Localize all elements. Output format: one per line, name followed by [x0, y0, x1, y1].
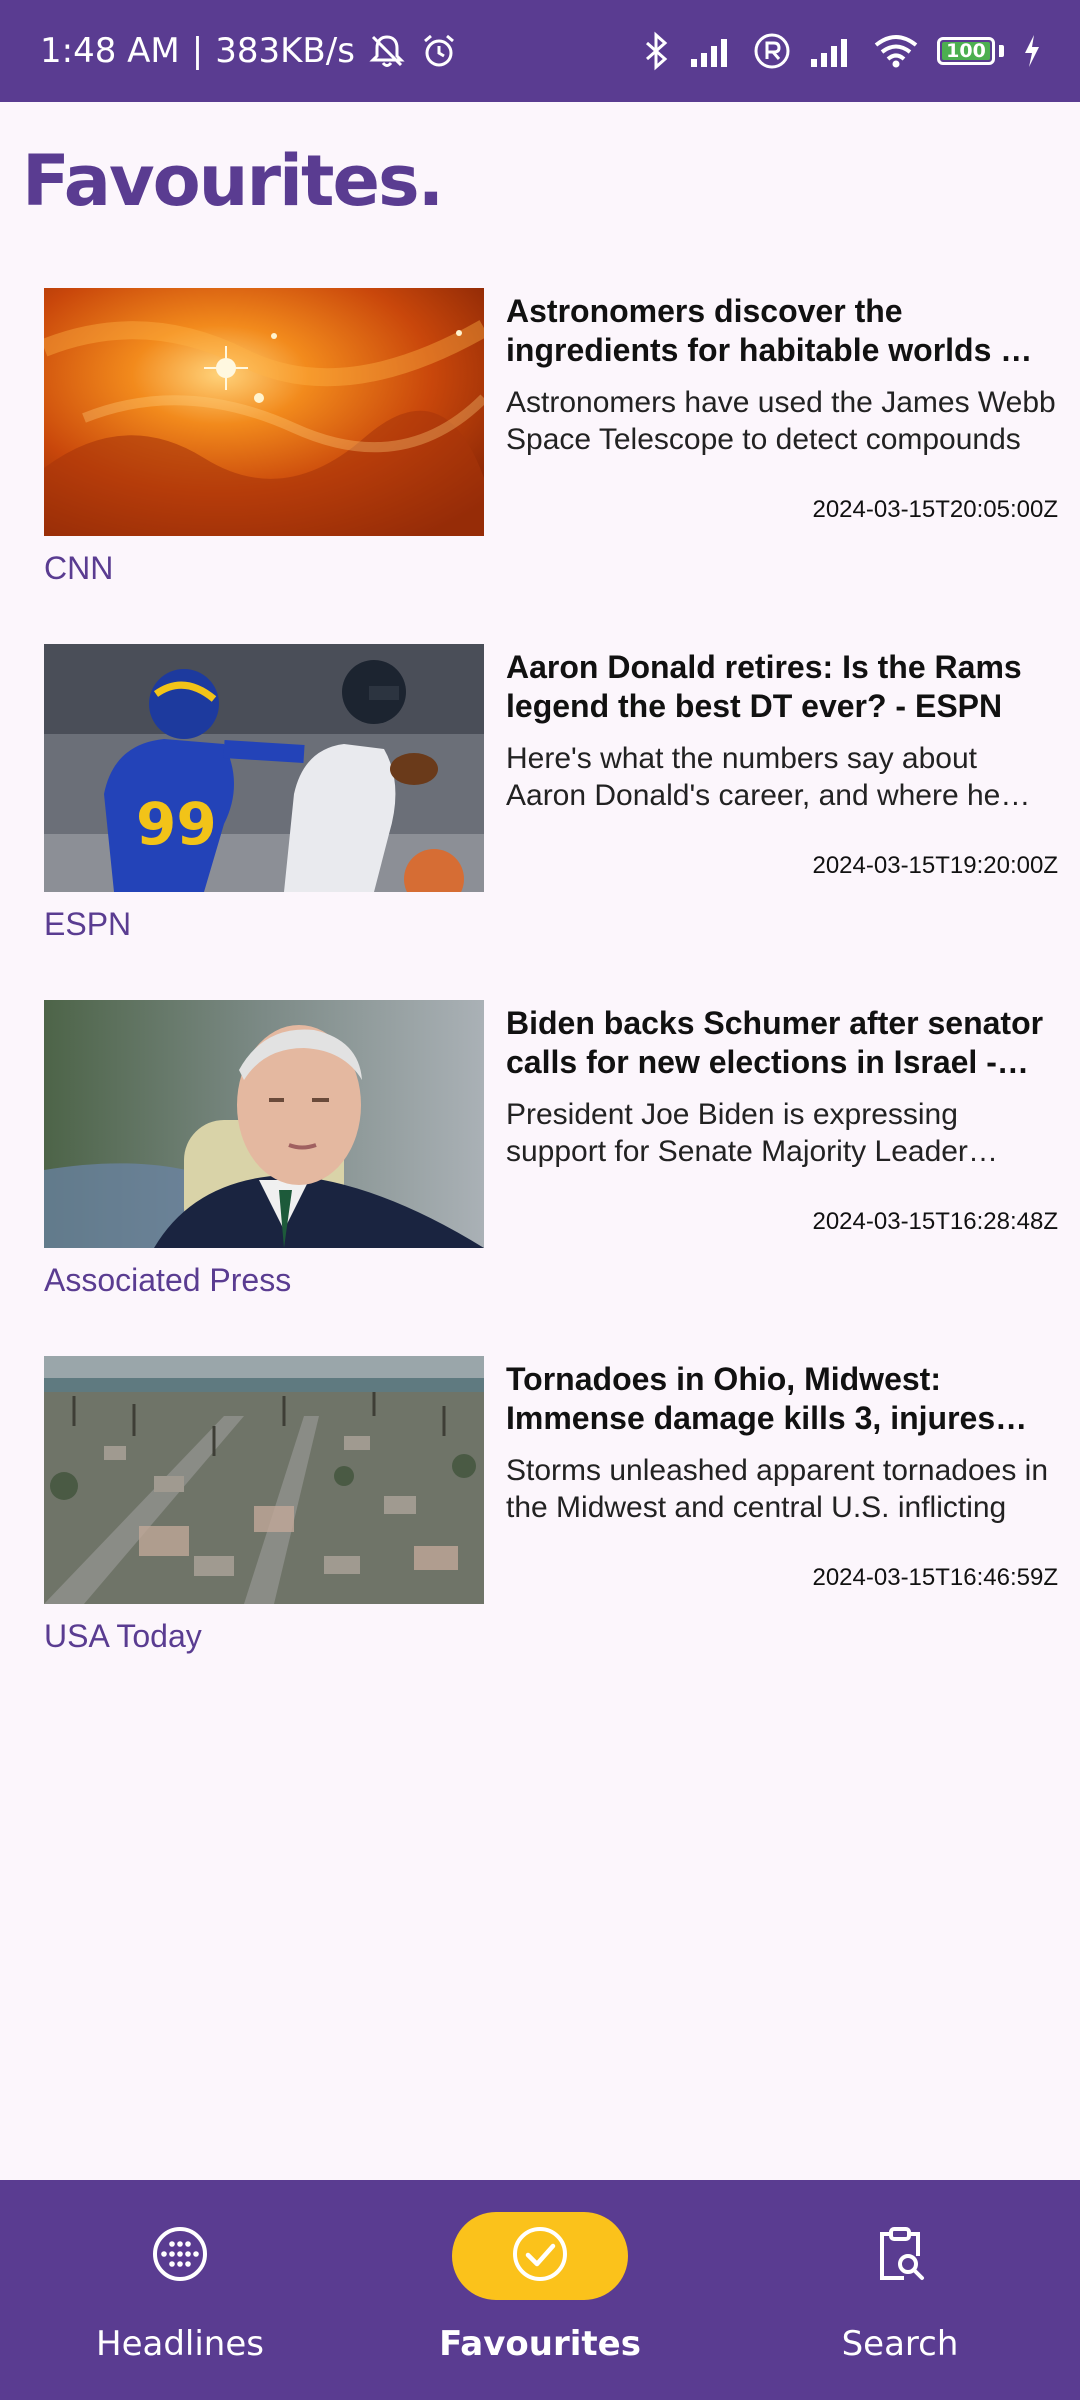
signal-icon	[809, 33, 855, 69]
network-speed: 383KB/s	[215, 31, 355, 71]
nav-icon-container[interactable]	[452, 2212, 628, 2300]
bluetooth-icon	[641, 31, 671, 71]
alarm-icon	[419, 31, 459, 71]
article-card[interactable]: Tornadoes in Ohio, Midwest: Immense dama…	[0, 1356, 1080, 1712]
article-description: Here's what the numbers say about Aaron …	[506, 742, 1001, 812]
status-time: 1:48 AM	[40, 31, 180, 71]
check-circle-icon	[510, 2224, 570, 2289]
nav-item-search[interactable]: Search	[720, 2180, 1080, 2400]
bottom-navigation: Headlines Favourites Search	[0, 2180, 1080, 2400]
mute-icon	[367, 31, 407, 71]
nav-item-favourites[interactable]: Favourites	[360, 2180, 720, 2400]
nav-icon-container[interactable]	[812, 2212, 988, 2300]
article-source: ESPN	[44, 906, 132, 942]
article-description: President Joe Biden is expressing suppor…	[506, 1098, 968, 1168]
signal-icon	[689, 33, 735, 69]
nav-label-headlines[interactable]: Headlines	[96, 2324, 264, 2364]
wifi-icon	[873, 33, 919, 69]
battery-level: 100	[946, 40, 986, 62]
clipboard-search-icon	[870, 2224, 930, 2289]
article-card[interactable]: Astronomers discover the ingredients for…	[0, 288, 1080, 644]
article-date: 2024-03-15T16:46:59Z	[812, 1564, 1058, 1591]
grid-dots-icon	[150, 2224, 210, 2289]
football-image[interactable]: 99	[44, 644, 484, 892]
article-source: USA Today	[44, 1618, 202, 1654]
article-title[interactable]: Aaron Donald retires: Is the Rams legend…	[506, 648, 1056, 726]
status-separator: |	[191, 31, 204, 71]
roaming-icon	[753, 32, 791, 70]
article-source: CNN	[44, 550, 114, 586]
article-title[interactable]: Astronomers discover the ingredients for…	[506, 292, 1056, 370]
status-bar: 1:48 AM | 383KB/s 100	[0, 0, 1080, 102]
nav-item-headlines[interactable]: Headlines	[0, 2180, 360, 2400]
status-left: 1:48 AM | 383KB/s	[40, 31, 459, 71]
article-card[interactable]: 99 Aaron Donald retires: Is the Rams leg…	[0, 644, 1080, 1000]
article-description: Storms unleashed apparent tornadoes in t…	[506, 1454, 1049, 1524]
battery-icon: 100	[937, 37, 995, 65]
battery-tip	[999, 45, 1004, 57]
charging-icon	[1022, 33, 1042, 69]
svg-text:99: 99	[136, 790, 217, 858]
tornado-damage-image[interactable]	[44, 1356, 484, 1604]
nebula-image[interactable]	[44, 288, 484, 536]
article-description: Astronomers have used the James Webb Spa…	[506, 386, 1056, 456]
article-card[interactable]: Biden backs Schumer after senator calls …	[0, 1000, 1080, 1356]
article-list[interactable]: Astronomers discover the ingredients for…	[0, 288, 1080, 1712]
article-title[interactable]: Tornadoes in Ohio, Midwest: Immense dama…	[506, 1360, 1056, 1438]
article-title[interactable]: Biden backs Schumer after senator calls …	[506, 1004, 1056, 1082]
portrait-image[interactable]	[44, 1000, 484, 1248]
status-right: 100	[641, 31, 1042, 71]
page-title: Favourites.	[22, 140, 444, 222]
nav-label-search[interactable]: Search	[842, 2324, 959, 2364]
nav-label-favourites[interactable]: Favourites	[439, 2324, 641, 2364]
article-date: 2024-03-15T19:20:00Z	[812, 852, 1058, 879]
article-date: 2024-03-15T16:28:48Z	[812, 1208, 1058, 1235]
article-date: 2024-03-15T20:05:00Z	[812, 496, 1058, 523]
article-source: Associated Press	[44, 1262, 292, 1298]
nav-icon-container[interactable]	[92, 2212, 268, 2300]
